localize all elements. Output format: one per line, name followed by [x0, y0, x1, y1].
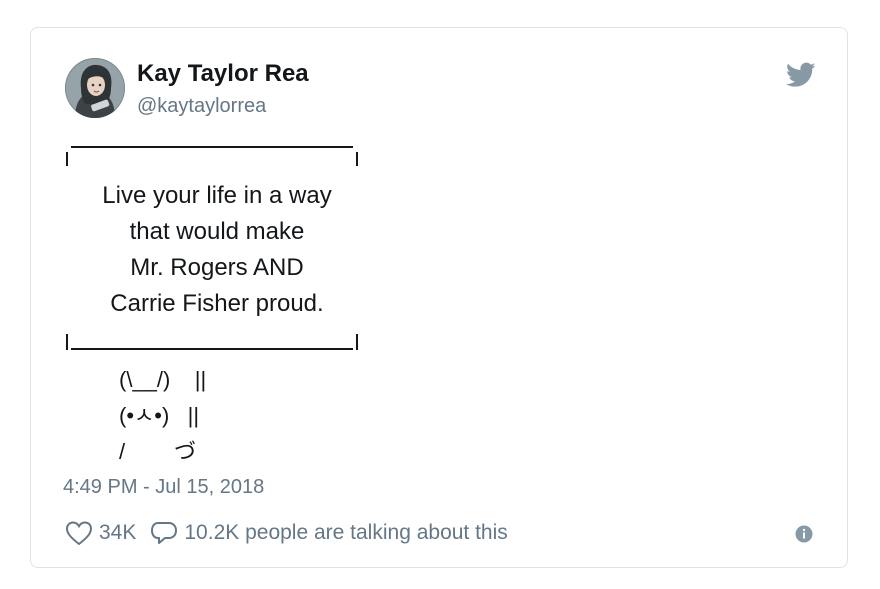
quote-line: Carrie Fisher proud.	[110, 290, 324, 317]
speech-bubble-icon	[151, 522, 178, 544]
quote-line: that would make	[129, 218, 305, 245]
reply-button[interactable]: 10.2K people are talking about this	[150, 520, 508, 546]
ascii-box-top	[63, 146, 361, 166]
author-name[interactable]: Kay Taylor Rea	[137, 59, 309, 89]
reply-text: 10.2K people are talking about this	[184, 521, 508, 544]
heart-icon	[65, 521, 93, 546]
tweet-timestamp[interactable]: 4:49 PM - Jul 15, 2018	[63, 476, 264, 499]
tweet-card: Kay Taylor Rea @kaytaylorrea Live your l…	[30, 27, 848, 568]
quote-line: Live your life in a way	[102, 182, 332, 209]
bunny-line: (\__/) ||	[119, 367, 207, 392]
ascii-box-pipe	[66, 334, 68, 350]
ascii-box-bottom-line	[71, 348, 353, 350]
ascii-box-pipe	[66, 152, 68, 166]
ascii-box-top-line	[71, 146, 353, 148]
twitter-bird-icon[interactable]	[786, 62, 816, 88]
bunny-line: / づ	[119, 439, 197, 464]
tweet-quote: Live your life in a way that would make …	[63, 178, 371, 322]
like-count: 34K	[99, 521, 137, 544]
ascii-box-pipe	[356, 152, 358, 166]
avatar-image	[65, 58, 125, 118]
info-icon[interactable]	[795, 525, 813, 543]
ascii-bunny: (\__/) || (•ㅅ•) || / づ	[119, 362, 206, 470]
quote-line: Mr. Rogers AND	[130, 254, 304, 281]
bunny-line: (•ㅅ•) ||	[119, 403, 200, 428]
author-handle[interactable]: @kaytaylorrea	[137, 93, 266, 119]
tweet-actions: 34K 10.2K people are talking about this	[65, 518, 508, 548]
ascii-box-pipe	[356, 334, 358, 350]
like-button[interactable]: 34K	[65, 520, 150, 546]
avatar[interactable]	[65, 58, 125, 118]
ascii-box-bottom	[63, 330, 361, 350]
